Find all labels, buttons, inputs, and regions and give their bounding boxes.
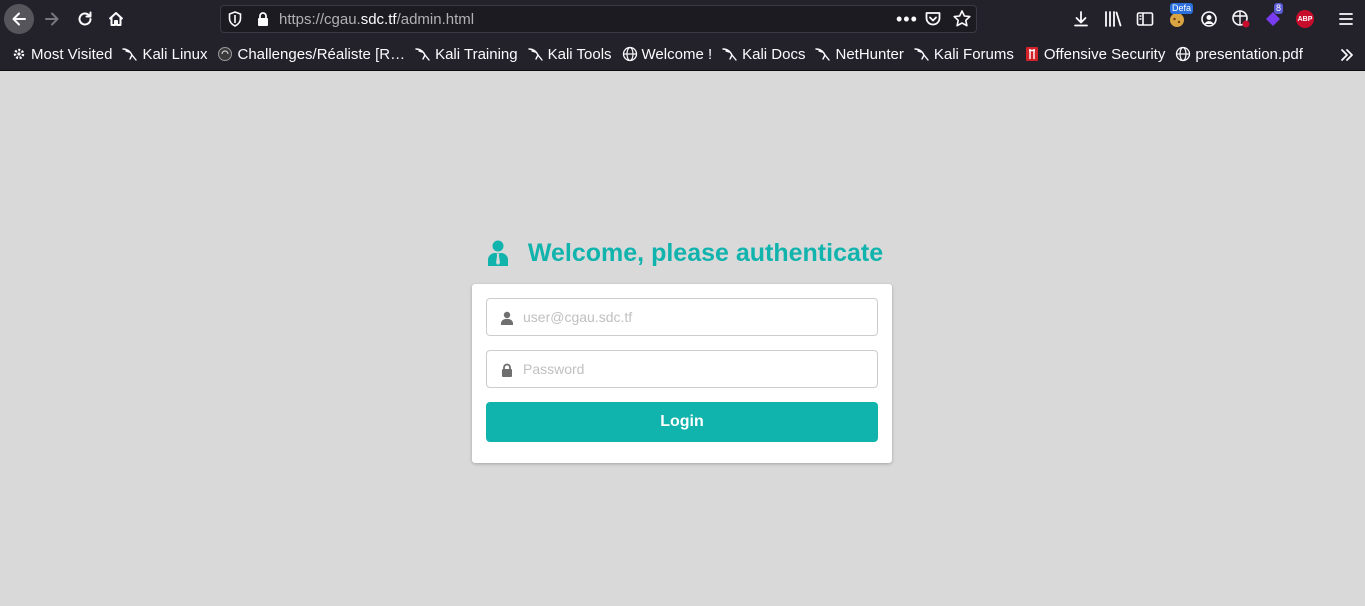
arrow-right-icon [45,12,59,26]
password-field[interactable] [486,350,878,388]
bookmark-label: Kali Forums [933,45,1014,63]
kali-dragon-icon [122,46,138,62]
forward-button[interactable] [37,4,67,34]
bookmark-kali-forums[interactable]: Kali Forums [909,38,1019,70]
bookmark-offensive-security[interactable]: Offensive Security [1019,38,1170,70]
gear-icon [11,46,27,62]
lock-icon [500,362,514,377]
login-button[interactable]: Login [486,402,878,442]
rootme-icon [217,46,233,62]
bookmark-label: Challenges/Réaliste [R… [237,45,406,63]
extension-badge: Defa [1170,3,1194,14]
account-icon[interactable] [1198,8,1220,30]
sidebar-icon[interactable] [1134,8,1156,30]
back-button[interactable] [4,4,34,34]
url-domain: sdc.tf [360,11,397,28]
bookmark-label: Most Visited [31,45,113,63]
bookmark-label: presentation.pdf [1195,45,1303,63]
browser-toolbar: https://cgau.sdc.tf/admin.html ••• Defa … [0,0,1365,38]
bookmark-label: NetHunter [835,45,904,63]
bookmark-label: Welcome ! [641,45,713,63]
url-prefix: https://cgau. [279,11,361,28]
adblock-plus-label: ABP [1296,10,1314,28]
login-heading: Welcome, please authenticate [472,232,892,274]
extension-count-badge: 8 [1274,3,1284,14]
globe-icon [1175,46,1191,62]
offsec-icon [1024,46,1040,62]
bookmark-label: Kali Training [435,45,518,63]
extension-blocker-icon[interactable] [1230,8,1252,30]
tracking-shield-icon[interactable] [228,11,242,31]
extension-purple-icon[interactable]: 8 [1262,3,1284,30]
kali-dragon-icon [722,46,738,62]
bookmark-star-icon[interactable] [952,9,972,33]
hamburger-menu-icon[interactable] [1335,8,1357,30]
bookmark-welcome[interactable]: Welcome ! [617,38,718,70]
url-bar[interactable]: https://cgau.sdc.tf/admin.html ••• [220,5,977,33]
login-panel: Welcome, please authenticate Login [472,232,892,463]
page-title: Welcome, please authenticate [527,238,884,267]
bookmark-label: Kali Linux [142,45,208,63]
pocket-icon[interactable] [924,10,942,32]
bookmark-label: Kali Docs [742,45,806,63]
kali-dragon-icon [527,46,544,62]
kali-dragon-icon [415,46,431,62]
user-icon [500,310,514,325]
home-icon [108,12,124,26]
user-tie-icon [486,240,510,266]
password-input[interactable] [523,351,873,387]
lock-icon[interactable] [256,11,270,31]
url-text[interactable]: https://cgau.sdc.tf/admin.html [279,11,474,28]
bookmark-presentation-pdf[interactable]: presentation.pdf [1170,38,1308,70]
downloads-icon[interactable] [1070,8,1092,30]
bookmark-challenges-realiste[interactable]: Challenges/Réaliste [R… [212,38,410,70]
bookmark-label: Offensive Security [1043,45,1166,63]
email-field[interactable] [486,298,878,336]
bookmark-most-visited[interactable]: Most Visited [6,38,117,70]
bookmarks-overflow-chevron-icon[interactable] [1339,38,1355,71]
extension-cookie-icon[interactable]: Defa [1166,3,1194,30]
home-button[interactable] [101,4,131,34]
bookmark-kali-linux[interactable]: Kali Linux [117,38,212,70]
kali-dragon-icon [815,46,831,62]
bookmark-kali-docs[interactable]: Kali Docs [717,38,810,70]
bookmark-kali-tools[interactable]: Kali Tools [523,38,617,70]
library-icon[interactable] [1102,8,1124,30]
bookmark-label: Kali Tools [547,45,612,63]
reload-icon [78,11,92,26]
bookmarks-toolbar: Most Visited Kali Linux Challenges/Réali… [0,38,1365,71]
bookmark-kali-training[interactable]: Kali Training [410,38,523,70]
login-card: Login [472,284,892,463]
kali-dragon-icon [914,46,930,62]
email-input[interactable] [523,299,873,335]
page-actions-menu-icon[interactable]: ••• [896,9,918,30]
arrow-left-icon [12,12,26,26]
globe-icon [622,46,638,62]
url-path: /admin.html [396,11,475,28]
reload-button[interactable] [70,4,100,34]
bookmark-nethunter[interactable]: NetHunter [810,38,908,70]
adblock-plus-icon[interactable]: ABP [1294,8,1316,30]
